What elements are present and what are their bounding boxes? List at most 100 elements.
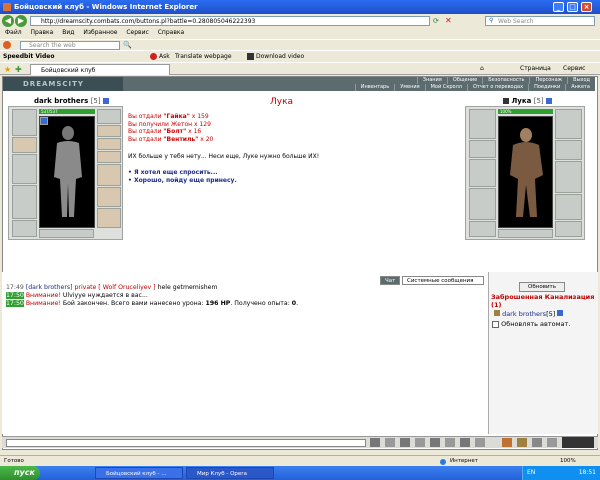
- menu-tools[interactable]: Сервис: [126, 29, 148, 36]
- menu-bar: Файл Правка Вид Избранное Сервис Справка: [0, 28, 600, 38]
- online-user-info-icon[interactable]: [557, 310, 564, 316]
- nav-knowledge[interactable]: Знания: [416, 77, 447, 84]
- ring-slot-1[interactable]: [97, 138, 121, 150]
- npc-info-icon[interactable]: [546, 98, 553, 104]
- start-button[interactable]: пуск: [0, 466, 40, 480]
- tools-menu[interactable]: Сервис: [563, 65, 585, 72]
- dialog-option-ask[interactable]: • Я хотел еще спросить...: [128, 169, 237, 177]
- download-video-button[interactable]: Download video: [256, 51, 304, 62]
- chat-message: 17:50 Внимание! Бой закончен. Всего вами…: [6, 300, 299, 307]
- dialog-option-bring[interactable]: • Хорошо, пойду еще принесу.: [128, 177, 237, 185]
- inventory-quick-icon[interactable]: [502, 438, 512, 447]
- ie-app-icon: [3, 3, 11, 11]
- online-user-name[interactable]: dark brothers: [502, 310, 546, 318]
- chat-input[interactable]: [6, 439, 366, 447]
- npc-bracers-slot: [469, 140, 496, 158]
- earrings-slot[interactable]: [97, 109, 121, 124]
- page-menu[interactable]: Страница: [520, 65, 551, 72]
- speedbit-label[interactable]: Speedbit Video: [3, 51, 54, 62]
- amulet-slot[interactable]: [97, 125, 121, 137]
- player-level: [5]: [90, 97, 101, 105]
- maximize-button[interactable]: □: [567, 2, 578, 12]
- nav-character[interactable]: Персонаж: [529, 77, 567, 84]
- taskbar: пуск Бойцовский клуб - ... Мир Клуб - Op…: [0, 466, 600, 480]
- nav-scroll[interactable]: Мой Скролл: [424, 84, 467, 91]
- translate-button[interactable]: Translate webpage: [175, 51, 232, 62]
- tab-system-messages[interactable]: Системные сообщения: [402, 276, 484, 285]
- nav-inventory[interactable]: Инвентарь: [354, 84, 394, 91]
- window-title: Бойцовский клуб - Windows Internet Explo…: [14, 3, 198, 11]
- toolbar-search-input[interactable]: Search the web: [20, 41, 120, 50]
- shield-slot[interactable]: [97, 164, 121, 186]
- chat-log: 17:49 [dark brothers] private [ Wolf Oru…: [2, 272, 489, 434]
- go-icon[interactable]: ⟳: [433, 17, 439, 25]
- taskbar-item-opera[interactable]: Мир Клуб - Opera: [186, 467, 274, 479]
- npc-hp-label: 100%: [500, 109, 512, 114]
- menu-view[interactable]: Вид: [62, 29, 74, 36]
- npc-avatar[interactable]: [498, 116, 553, 228]
- bracers-slot[interactable]: [12, 137, 37, 153]
- scroll-icon[interactable]: [460, 438, 470, 447]
- menu-favorites[interactable]: Избранное: [83, 29, 117, 36]
- weapon-slot[interactable]: [12, 154, 37, 184]
- nav-skills[interactable]: Умения: [394, 84, 424, 91]
- forward-button[interactable]: ▶: [15, 15, 27, 27]
- rings-slot[interactable]: [39, 229, 94, 238]
- player-avatar[interactable]: [39, 116, 95, 228]
- boots-slot[interactable]: [97, 208, 121, 228]
- location-panel: Обновить Заброшенная Канализация (1) dar…: [489, 272, 598, 434]
- nav-communication[interactable]: Общение: [446, 77, 482, 84]
- nav-transfers[interactable]: Отчет о переводах: [466, 84, 528, 91]
- tab-game[interactable]: Бойцовский клуб: [30, 64, 170, 75]
- sound-icon[interactable]: [445, 438, 455, 447]
- buff-icon[interactable]: [40, 117, 48, 125]
- menu-edit[interactable]: Правка: [31, 29, 54, 36]
- nav-fights[interactable]: Поединки: [528, 84, 565, 91]
- taskbar-item-ie[interactable]: Бойцовский клуб - ...: [95, 467, 183, 479]
- clear-icon[interactable]: [385, 438, 395, 447]
- nav-exit[interactable]: Выход: [567, 77, 595, 84]
- player-info-icon[interactable]: [103, 98, 110, 104]
- belt-slot[interactable]: [12, 220, 37, 237]
- gloves-slot[interactable]: [97, 151, 121, 163]
- nav-security[interactable]: Безопасность: [482, 77, 529, 84]
- toolbar-logo-icon: [3, 41, 11, 49]
- filter-icon[interactable]: [415, 438, 425, 447]
- language-indicator[interactable]: EN: [527, 466, 535, 480]
- menu-help[interactable]: Справка: [158, 29, 184, 36]
- nav-profile[interactable]: Анкета: [565, 84, 595, 91]
- chat-sender[interactable]: [dark brothers]: [26, 284, 73, 291]
- back-button[interactable]: ◀: [2, 15, 14, 27]
- favorites-star-icon[interactable]: ★: [4, 65, 11, 74]
- auto-refresh-checkbox[interactable]: [492, 320, 499, 328]
- translit-icon[interactable]: [430, 438, 440, 447]
- add-favorites-icon[interactable]: ✚: [15, 65, 22, 74]
- pants-slot[interactable]: [97, 187, 121, 207]
- send-icon[interactable]: [370, 438, 380, 447]
- settings-icon[interactable]: [475, 438, 485, 447]
- user-align-icon: [494, 310, 500, 316]
- friends-icon[interactable]: [532, 438, 542, 447]
- close-button[interactable]: ×: [581, 2, 592, 12]
- menu-file[interactable]: Файл: [5, 29, 22, 36]
- helmet-slot[interactable]: [12, 109, 37, 136]
- ask-button[interactable]: Ask: [159, 51, 170, 62]
- auto-refresh-label: Обновлять автомат.: [501, 320, 571, 328]
- armor-slot[interactable]: [12, 185, 37, 219]
- npc-weapon-slot: [469, 159, 496, 187]
- chat-private-label[interactable]: private [ Wolf Oruceliyev ]: [74, 284, 155, 291]
- tab-chat[interactable]: Чат: [380, 276, 401, 285]
- mail-icon[interactable]: [547, 438, 557, 447]
- stop-icon[interactable]: ✕: [445, 16, 452, 25]
- map-icon[interactable]: [517, 438, 527, 447]
- npc-earrings-slot: [555, 109, 582, 139]
- address-input[interactable]: http://dreamscity.combats.com/buttons.pl…: [30, 16, 430, 26]
- web-search-input[interactable]: Web Search: [485, 16, 595, 26]
- smiles-icon[interactable]: [400, 438, 410, 447]
- npc-name[interactable]: Лука: [511, 97, 531, 105]
- home-icon[interactable]: ⌂: [480, 65, 484, 72]
- player-hp-label: 537/537: [41, 109, 58, 114]
- player-name[interactable]: dark brothers: [34, 97, 88, 105]
- minimize-button[interactable]: _: [553, 2, 564, 12]
- refresh-button[interactable]: Обновить: [519, 282, 565, 292]
